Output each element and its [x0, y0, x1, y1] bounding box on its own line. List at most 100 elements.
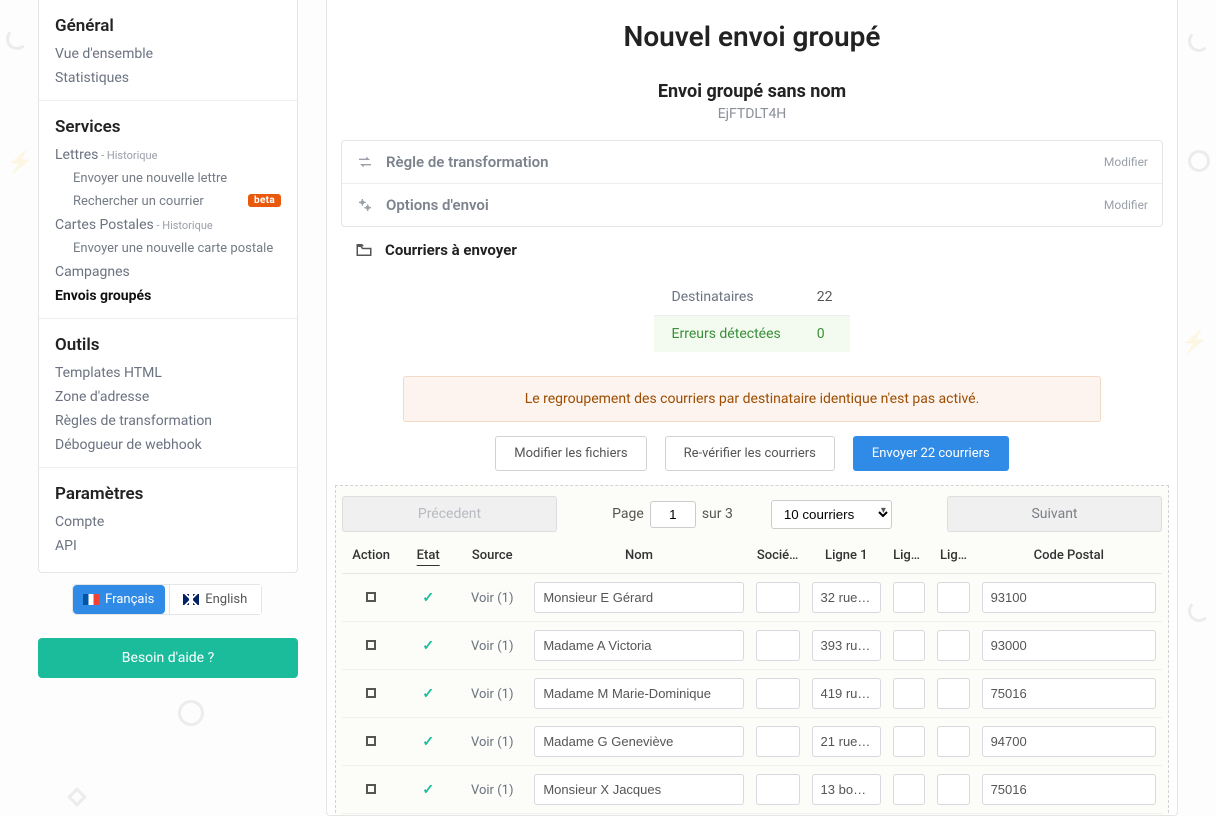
cell-input-cp[interactable] — [982, 726, 1156, 757]
main-panel: Nouvel envoi groupé Envoi groupé sans no… — [326, 0, 1178, 816]
sidebar-heading: Services — [55, 111, 281, 143]
sidebar-item[interactable]: API — [55, 534, 281, 558]
col-code-postal[interactable]: Code Postal — [976, 538, 1162, 574]
sidebar-item[interactable]: Statistiques — [55, 66, 281, 90]
cell-input-cp[interactable] — [982, 774, 1156, 805]
pager-per-page-select[interactable]: 10 courriers — [771, 500, 892, 529]
pager-page-input[interactable] — [650, 501, 696, 528]
pager-page-label: Page — [612, 506, 644, 522]
cell-input-nom[interactable] — [534, 630, 743, 661]
send-button[interactable]: Envoyer 22 courriers — [853, 436, 1009, 471]
col-nom[interactable]: Nom — [528, 538, 749, 574]
grouping-disabled-note: Le regroupement des courriers par destin… — [403, 376, 1102, 422]
flag-fr-icon — [83, 594, 99, 605]
cell-input-l3[interactable] — [937, 678, 969, 709]
cell-input-l2[interactable] — [893, 726, 925, 757]
flag-en-icon — [183, 594, 199, 605]
sidebar-subitem[interactable]: Envoyer une nouvelle carte postale — [55, 237, 281, 260]
send-options-label: Options d'envoi — [386, 196, 489, 214]
sidebar-subitem[interactable]: Rechercher un courrierbeta — [55, 190, 281, 213]
group-id: EjFTDLT4H — [341, 106, 1163, 122]
cell-input-soc[interactable] — [756, 582, 800, 613]
cell-input-nom[interactable] — [534, 774, 743, 805]
sidebar-item[interactable]: Compte — [55, 510, 281, 534]
stats-errors-value: 0 — [799, 316, 851, 353]
sidebar-item[interactable]: Lettres - Historique — [55, 143, 281, 167]
help-button[interactable]: Besoin d'aide ? — [38, 638, 298, 678]
col-source[interactable]: Source — [456, 538, 528, 574]
reverify-button[interactable]: Re-vérifier les courriers — [665, 436, 835, 471]
sidebar-item[interactable]: Débogueur de webhook — [55, 433, 281, 457]
sidebar-item[interactable]: Vue d'ensemble — [55, 42, 281, 66]
lang-fr-button[interactable]: Français — [73, 585, 165, 614]
cell-input-cp[interactable] — [982, 582, 1156, 613]
sidebar-subitem[interactable]: Envoyer une nouvelle lettre — [55, 167, 281, 190]
cell-input-l1[interactable] — [812, 726, 882, 757]
row-checkbox[interactable] — [366, 736, 376, 746]
source-link[interactable]: Voir (1) — [471, 687, 513, 702]
sidebar-item[interactable]: Envois groupés — [55, 284, 281, 308]
cell-input-l1[interactable] — [812, 630, 882, 661]
transform-rule-row[interactable]: Règle de transformation Modifier — [342, 141, 1162, 184]
lang-en-button[interactable]: English — [169, 585, 262, 614]
pager-next-button[interactable]: Suivant — [947, 496, 1162, 532]
send-options-row[interactable]: Options d'envoi Modifier — [342, 184, 1162, 226]
cell-input-soc[interactable] — [756, 678, 800, 709]
col-societe[interactable]: Socié… — [750, 538, 806, 574]
cell-input-cp[interactable] — [982, 678, 1156, 709]
cell-input-soc[interactable] — [756, 726, 800, 757]
cell-input-l1[interactable] — [812, 774, 882, 805]
cell-input-l3[interactable] — [937, 726, 969, 757]
sidebar-item[interactable]: Templates HTML — [55, 361, 281, 385]
cell-input-nom[interactable] — [534, 726, 743, 757]
group-name: Envoi groupé sans nom — [341, 81, 1163, 102]
cell-input-l1[interactable] — [812, 582, 882, 613]
col-action[interactable]: Action — [342, 538, 400, 574]
cell-input-l3[interactable] — [937, 774, 969, 805]
row-checkbox[interactable] — [366, 640, 376, 650]
sidebar-item[interactable]: Zone d'adresse — [55, 385, 281, 409]
transform-modify-link[interactable]: Modifier — [1104, 155, 1148, 169]
cell-input-l3[interactable] — [937, 582, 969, 613]
row-checkbox[interactable] — [366, 592, 376, 602]
beta-badge: beta — [248, 194, 281, 207]
settings-panel: Règle de transformation Modifier Options… — [341, 140, 1163, 227]
cell-input-l2[interactable] — [893, 582, 925, 613]
table-row: ✓Voir (1) — [342, 766, 1162, 814]
cell-input-soc[interactable] — [756, 630, 800, 661]
source-link[interactable]: Voir (1) — [471, 591, 513, 606]
source-link[interactable]: Voir (1) — [471, 735, 513, 750]
row-checkbox[interactable] — [366, 784, 376, 794]
cell-input-l2[interactable] — [893, 774, 925, 805]
stats-errors-row: Erreurs détectées 0 — [654, 316, 851, 353]
sidebar-heading: Général — [55, 10, 281, 42]
cell-input-l3[interactable] — [937, 630, 969, 661]
col-ligne2[interactable]: Lign… — [887, 538, 931, 574]
sidebar-item[interactable]: Règles de transformation — [55, 409, 281, 433]
check-icon: ✓ — [422, 734, 434, 750]
sidebar-item[interactable]: Campagnes — [55, 260, 281, 284]
cell-input-cp[interactable] — [982, 630, 1156, 661]
row-checkbox[interactable] — [366, 688, 376, 698]
col-ligne3[interactable]: Lig… — [931, 538, 975, 574]
modify-files-button[interactable]: Modifier les fichiers — [495, 436, 646, 471]
cell-input-nom[interactable] — [534, 582, 743, 613]
sidebar-item[interactable]: Cartes Postales - Historique — [55, 213, 281, 237]
col-etat[interactable]: Etat — [400, 538, 456, 574]
pager-prev-button[interactable]: Précedent — [342, 496, 557, 532]
transform-rule-label: Règle de transformation — [386, 153, 549, 171]
stats-recipients-value: 22 — [799, 279, 851, 316]
sidebar-item-suffix: - Historique — [154, 219, 213, 232]
source-link[interactable]: Voir (1) — [471, 639, 513, 654]
cell-input-soc[interactable] — [756, 774, 800, 805]
cell-input-l2[interactable] — [893, 678, 925, 709]
col-ligne1[interactable]: Ligne 1 — [806, 538, 888, 574]
options-modify-link[interactable]: Modifier — [1104, 198, 1148, 212]
pager-total: sur 3 — [702, 506, 733, 522]
check-icon: ✓ — [422, 638, 434, 654]
cell-input-l1[interactable] — [812, 678, 882, 709]
source-link[interactable]: Voir (1) — [471, 783, 513, 798]
pager: Précedent Page sur 3 10 courriers ▾ Suiv… — [342, 490, 1162, 538]
cell-input-nom[interactable] — [534, 678, 743, 709]
cell-input-l2[interactable] — [893, 630, 925, 661]
